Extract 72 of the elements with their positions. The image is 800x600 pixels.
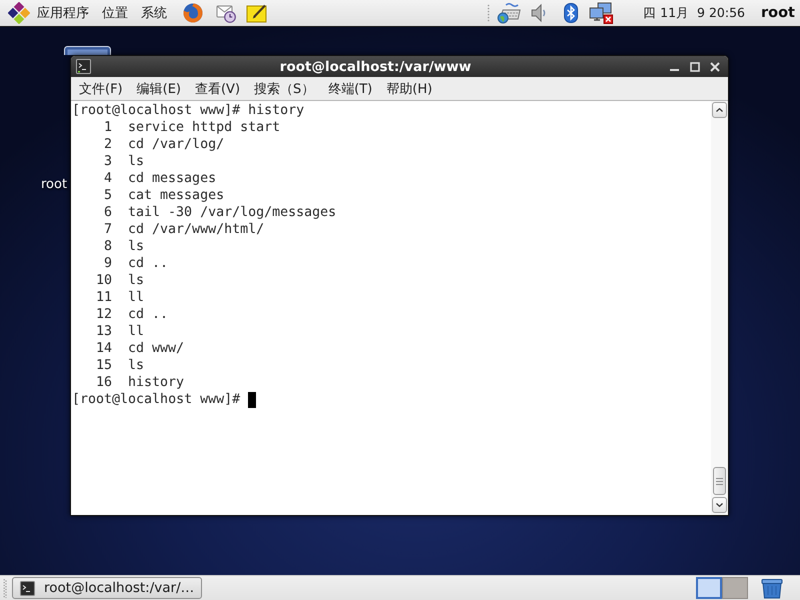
command-text: ll (128, 324, 144, 339)
history-number: 16 (96, 375, 112, 390)
prompt-text: [root@localhost www]# (72, 392, 240, 407)
workspace-button[interactable] (696, 577, 722, 599)
envelope-clock-icon[interactable] (216, 3, 236, 23)
history-number: 9 (104, 256, 112, 271)
scroll-up-button[interactable] (712, 102, 727, 118)
menu-item[interactable]: 搜索（S） (248, 80, 320, 98)
history-number: 11 (96, 290, 112, 305)
command-text: cd www/ (128, 341, 184, 356)
history-number: 10 (96, 273, 112, 288)
command-text: cd messages (128, 171, 216, 186)
command-text: history (248, 103, 304, 118)
command-text: ls (128, 273, 144, 288)
menu-item[interactable]: 帮助(H) (380, 80, 438, 98)
clock-text[interactable]: 四 11月 9 20:56 (643, 4, 745, 22)
command-text: cd /var/log/ (128, 137, 224, 152)
panel-menu[interactable]: 应用程序 (37, 4, 89, 22)
taskbar-button[interactable]: root@localhost:/var/… (12, 577, 202, 599)
drag-handle-icon[interactable] (3, 578, 7, 598)
history-number: 1 (104, 120, 112, 135)
prompt-text: [root@localhost www]# (72, 103, 240, 118)
history-number: 5 (104, 188, 112, 203)
trash-icon[interactable] (761, 578, 783, 598)
scrollbar-track[interactable] (711, 101, 728, 515)
menu-item[interactable]: 文件(F) (73, 80, 129, 98)
maximize-icon[interactable] (690, 62, 700, 72)
command-text: service httpd start (128, 120, 280, 135)
command-text: cd .. (128, 307, 168, 322)
command-text: history (128, 375, 184, 390)
panel-menu[interactable]: 位置 (102, 4, 128, 22)
command-text: ls (128, 154, 144, 169)
history-number: 6 (104, 205, 112, 220)
task-label: root@localhost:/var/… (44, 580, 194, 596)
globe-icon[interactable] (183, 3, 203, 23)
history-number: 8 (104, 239, 112, 254)
chevron-up-icon (716, 108, 723, 112)
close-icon[interactable] (710, 62, 720, 72)
menu-item[interactable]: 查看(V) (188, 80, 246, 98)
chevron-down-icon (716, 503, 723, 507)
drag-handle-icon[interactable] (487, 4, 490, 22)
panel-menu[interactable]: 系统 (141, 4, 167, 22)
scrollbar-thumb[interactable] (713, 467, 726, 495)
network-monitor-icon[interactable] (589, 2, 614, 24)
command-text: cd .. (128, 256, 168, 271)
history-number: 4 (104, 171, 112, 186)
terminal-icon[interactable] (76, 59, 91, 74)
command-text: ls (128, 358, 144, 373)
notepad-pencil-icon[interactable] (246, 3, 268, 23)
scroll-down-button[interactable] (712, 497, 727, 513)
menu-item[interactable]: 编辑(E) (130, 80, 187, 98)
monitor-icon[interactable] (64, 46, 111, 55)
history-number: 15 (96, 358, 112, 373)
command-text: tail -30 /var/log/messages (128, 205, 336, 220)
history-number: 13 (96, 324, 112, 339)
history-number: 14 (96, 341, 112, 356)
command-text: cat messages (128, 188, 224, 203)
command-text: ls (128, 239, 144, 254)
command-text: ll (128, 290, 144, 305)
history-number: 12 (96, 307, 112, 322)
desktop-icon-label[interactable]: root (41, 177, 68, 192)
menu-item[interactable]: 终端(T) (322, 80, 378, 98)
history-number: 7 (104, 222, 112, 237)
pinwheel-logo-icon[interactable] (8, 2, 30, 24)
bluetooth-icon[interactable] (564, 3, 578, 23)
history-number: 2 (104, 137, 112, 152)
user-name[interactable]: root (760, 5, 795, 21)
terminal-icon (20, 580, 35, 596)
command-text: cd /var/www/html/ (128, 222, 264, 237)
window-title: root@localhost:/var/www (280, 58, 472, 74)
keyboard-globe-icon[interactable] (497, 2, 522, 24)
history-number: 3 (104, 154, 112, 169)
